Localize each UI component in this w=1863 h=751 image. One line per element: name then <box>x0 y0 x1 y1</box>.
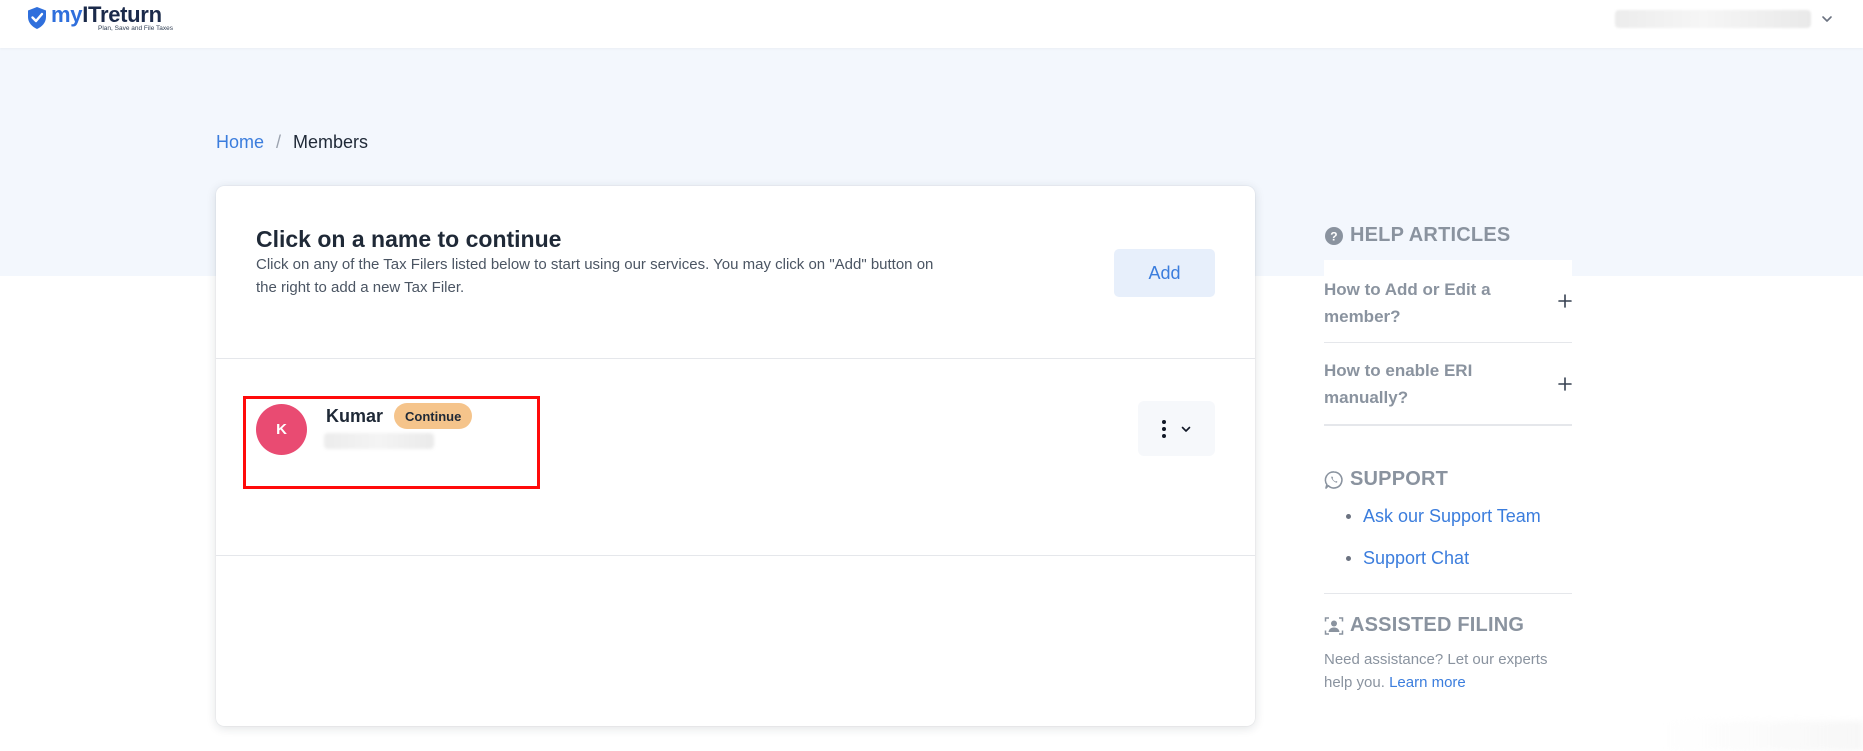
avatar[interactable]: K <box>256 404 307 455</box>
logo-wordmark: myITreturn <box>51 2 162 27</box>
chevron-down-icon <box>1181 426 1190 432</box>
learn-more-link[interactable]: Learn more <box>1389 674 1466 691</box>
person-frame-icon <box>1324 616 1344 635</box>
corner-overlay <box>1663 721 1863 751</box>
breadcrumb-home[interactable]: Home <box>216 132 264 153</box>
shield-check-icon <box>28 7 46 29</box>
chevron-down-icon <box>1822 16 1832 22</box>
page-title: Click on a name to continue <box>256 226 562 252</box>
list-item: Support Chat <box>1346 548 1541 569</box>
ask-support-team-link[interactable]: Ask our Support Team <box>1363 506 1541 527</box>
faq-item-label: How to enable ERI manually? <box>1324 361 1473 407</box>
card-header: Click on a name to continue Click on any… <box>216 186 1255 359</box>
page-description: Click on any of the Tax Filers listed be… <box>256 256 934 296</box>
member-actions-menu[interactable] <box>1138 401 1215 456</box>
svg-text:?: ? <box>1330 229 1338 243</box>
question-circle-icon: ? <box>1325 226 1343 245</box>
members-card: Click on a name to continue Click on any… <box>216 186 1255 726</box>
list-item: Ask our Support Team <box>1346 506 1541 527</box>
whatsapp-icon <box>1324 470 1343 489</box>
user-name-redacted <box>1615 10 1811 28</box>
support-heading: SUPPORT <box>1324 468 1448 491</box>
breadcrumb: Home / Members <box>216 132 368 153</box>
plus-icon[interactable] <box>1558 294 1572 308</box>
logo[interactable]: myITreturn Plan, Save and File Taxes <box>26 4 173 33</box>
help-articles-heading: ? HELP ARTICLES <box>1324 224 1510 247</box>
top-header: myITreturn Plan, Save and File Taxes <box>0 0 1863 48</box>
member-list-area <box>216 359 1255 556</box>
breadcrumb-current: Members <box>293 132 369 152</box>
member-detail-redacted <box>324 433 434 449</box>
assisted-filing-heading: ASSISTED FILING <box>1324 614 1524 637</box>
support-links: Ask our Support Team Support Chat <box>1346 506 1541 569</box>
continue-badge[interactable]: Continue <box>394 403 473 429</box>
faq-item-enable-eri[interactable]: How to enable ERI manually? <box>1324 343 1572 426</box>
assisted-filing-text: Need assistance? Let our experts help yo… <box>1324 651 1548 691</box>
add-member-button[interactable]: Add <box>1114 249 1215 297</box>
divider <box>1324 593 1572 594</box>
logo-tagline: Plan, Save and File Taxes <box>98 25 174 32</box>
plus-icon[interactable] <box>1558 377 1572 391</box>
support-chat-link[interactable]: Support Chat <box>1363 548 1469 569</box>
faq-item-label: How to Add or Edit a member? <box>1324 280 1491 326</box>
user-menu[interactable] <box>1615 10 1835 28</box>
breadcrumb-separator: / <box>276 132 282 152</box>
vertical-dots-icon <box>1161 419 1166 438</box>
member-name[interactable]: Kumar <box>326 406 383 427</box>
faq-item-add-edit-member[interactable]: How to Add or Edit a member? <box>1324 260 1572 343</box>
